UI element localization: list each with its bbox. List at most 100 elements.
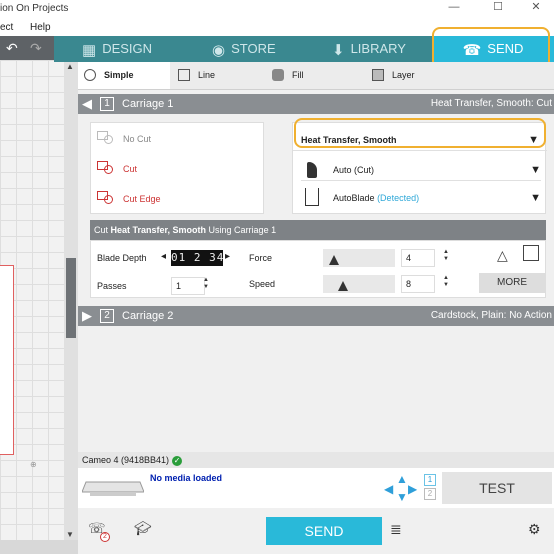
blade-depth-digits: 01 2 34 bbox=[171, 251, 223, 264]
settings-bar-material: Heat Transfer, Smooth bbox=[110, 225, 207, 235]
arrow-right-icon[interactable]: ▶ bbox=[408, 482, 417, 496]
send-button[interactable]: SEND bbox=[266, 517, 382, 545]
collapse-arrow-icon[interactable]: ◀ bbox=[82, 94, 92, 114]
carriage-2-material: Cardstock, Plain: No Action bbox=[430, 310, 552, 321]
force-input[interactable]: 4 bbox=[401, 249, 435, 267]
speed-value: 8 bbox=[406, 279, 412, 289]
test-button[interactable]: TEST bbox=[442, 472, 552, 504]
autoblade-icon bbox=[305, 188, 319, 206]
force-slider-knob[interactable] bbox=[329, 255, 339, 265]
media-status: No media loaded bbox=[150, 473, 223, 483]
mat-marker-icon: ⊕ bbox=[30, 460, 37, 469]
speed-slider[interactable] bbox=[323, 275, 395, 293]
device-status-bar: Cameo 4 (9418BB41) ✓ bbox=[78, 452, 554, 468]
arrow-left-icon[interactable]: ◀ bbox=[384, 482, 393, 496]
carriage-1-number: 1 bbox=[100, 97, 114, 111]
checkbox[interactable] bbox=[523, 245, 539, 261]
more-button[interactable]: MORE bbox=[479, 273, 545, 293]
maximize-icon[interactable]: ☐ bbox=[478, 0, 518, 18]
option-cut[interactable]: Cut bbox=[97, 159, 137, 179]
cutter-machine-icon bbox=[82, 481, 144, 496]
cut-settings: Blade Depth ◂ 01 2 34 ▸ Force 4 ▲ ▼ Passe… bbox=[90, 240, 546, 298]
carriage-2-number: 2 bbox=[100, 309, 114, 323]
carriage-select-1[interactable]: 1 bbox=[424, 474, 436, 486]
tab-design[interactable]: ▦ DESIGN bbox=[82, 36, 152, 62]
graduation-cap-icon[interactable]: 🎓︎ bbox=[134, 520, 152, 537]
action-selected: Auto (Cut) bbox=[333, 165, 375, 175]
store-s-icon: ◉ bbox=[212, 42, 226, 59]
blade-depth-dial[interactable]: 01 2 34 bbox=[171, 250, 223, 266]
tab-fill-label: Fill bbox=[292, 70, 304, 80]
passes-label: Passes bbox=[97, 281, 127, 291]
tab-store[interactable]: ◉ STORE bbox=[212, 36, 276, 62]
tool-dropdown[interactable]: AutoBlade (Detected) ▼ bbox=[301, 187, 541, 209]
speed-input[interactable]: 8 bbox=[401, 275, 435, 293]
tool-selected: AutoBlade bbox=[333, 193, 375, 203]
tab-library[interactable]: ⬇ LIBRARY bbox=[332, 36, 406, 62]
close-icon[interactable]: ✕ bbox=[516, 0, 554, 18]
force-slider[interactable] bbox=[323, 249, 395, 267]
tab-simple[interactable]: Simple bbox=[78, 62, 170, 89]
option-cut-label: Cut bbox=[123, 164, 138, 174]
blade-depth-increase-icon[interactable]: ▸ bbox=[225, 251, 230, 262]
gear-icon[interactable]: ⚙ bbox=[528, 521, 541, 538]
design-canvas[interactable]: ⊕ bbox=[0, 60, 64, 542]
passes-spin-arrows-icon[interactable]: ▲ ▼ bbox=[203, 277, 209, 291]
speed-spin-arrows-icon[interactable]: ▲ ▼ bbox=[443, 275, 449, 289]
list-icon[interactable]: ≣ bbox=[390, 521, 402, 538]
scroll-up-icon[interactable]: ▲ bbox=[66, 62, 74, 71]
tab-fill[interactable]: Fill bbox=[272, 62, 304, 89]
scroll-down-icon[interactable]: ▼ bbox=[66, 530, 74, 539]
check-circle-icon: ✓ bbox=[172, 456, 183, 466]
tab-layer-label: Layer bbox=[392, 70, 415, 80]
blade-depth-decrease-icon[interactable]: ◂ bbox=[161, 251, 166, 262]
blade-depth-label: Blade Depth bbox=[97, 253, 147, 263]
force-spin-arrows-icon[interactable]: ▲ ▼ bbox=[443, 249, 449, 263]
footer-bar: ☏ 2 🎓︎ SEND ≣ ⚙ bbox=[78, 508, 554, 554]
move-arrows[interactable]: ▲ ◀ ▶ ▼ bbox=[384, 472, 420, 504]
settings-bar-suffix: Using Carriage 1 bbox=[206, 225, 277, 235]
arrow-up-icon[interactable]: ▲ bbox=[396, 472, 408, 486]
triangle-alignment-icon[interactable]: △ bbox=[497, 247, 508, 264]
material-highlight bbox=[294, 118, 546, 148]
layer-mode-icon bbox=[372, 69, 384, 81]
marker-icon bbox=[307, 162, 317, 178]
undo-icon[interactable]: ↶ bbox=[6, 40, 18, 57]
no-cut-icon bbox=[97, 131, 117, 145]
option-cut-edge[interactable]: Cut Edge bbox=[97, 189, 161, 209]
dropdown-caret-icon: ▼ bbox=[530, 192, 541, 204]
tab-library-label: LIBRARY bbox=[350, 41, 406, 56]
tab-line-label: Line bbox=[198, 70, 216, 80]
radio-icon bbox=[84, 69, 96, 81]
device-name: Cameo 4 (9418BB41) bbox=[82, 455, 170, 465]
media-panel: No media loaded ▲ ◀ ▶ ▼ 1 2 TEST bbox=[78, 468, 554, 508]
carriage-2-header[interactable]: ▶ 2 Carriage 2 Cardstock, Plain: No Acti… bbox=[78, 306, 554, 326]
scroll-thumb[interactable] bbox=[66, 258, 76, 338]
menu-item-object[interactable]: ect bbox=[0, 22, 13, 33]
cut-options-box: No Cut Cut Cut Edge bbox=[90, 122, 264, 214]
carriage-1-header[interactable]: ◀ 1 Carriage 1 Heat Transfer, Smooth: Cu… bbox=[78, 94, 554, 114]
arrow-down-icon[interactable]: ▼ bbox=[396, 490, 408, 504]
speed-slider-knob[interactable] bbox=[338, 281, 348, 291]
redo-icon[interactable]: ↷ bbox=[30, 40, 42, 57]
option-no-cut[interactable]: No Cut bbox=[97, 129, 151, 149]
minimize-icon[interactable]: — bbox=[434, 0, 474, 18]
action-dropdown[interactable]: Auto (Cut) ▼ bbox=[301, 159, 541, 181]
passes-input[interactable]: 1 bbox=[171, 277, 205, 295]
horizontal-scrollbar[interactable] bbox=[0, 540, 78, 554]
cut-edge-icon bbox=[97, 191, 117, 205]
vertical-scrollbar[interactable]: ▲ ▼ bbox=[64, 60, 78, 542]
fill-mode-icon bbox=[272, 69, 284, 81]
passes-value: 1 bbox=[176, 281, 182, 291]
menu-item-help[interactable]: Help bbox=[30, 22, 51, 33]
force-value: 4 bbox=[406, 253, 412, 263]
expand-arrow-icon[interactable]: ▶ bbox=[82, 306, 92, 326]
carriage-2-label: Carriage 2 bbox=[122, 310, 174, 322]
tab-line[interactable]: Line bbox=[178, 62, 215, 89]
option-no-cut-label: No Cut bbox=[123, 134, 152, 144]
tool-status: (Detected) bbox=[377, 193, 420, 203]
carriage-select-2[interactable]: 2 bbox=[424, 488, 436, 500]
window-title: ion On Projects bbox=[0, 3, 69, 14]
tab-design-label: DESIGN bbox=[102, 41, 153, 56]
tab-layer[interactable]: Layer bbox=[372, 62, 415, 89]
